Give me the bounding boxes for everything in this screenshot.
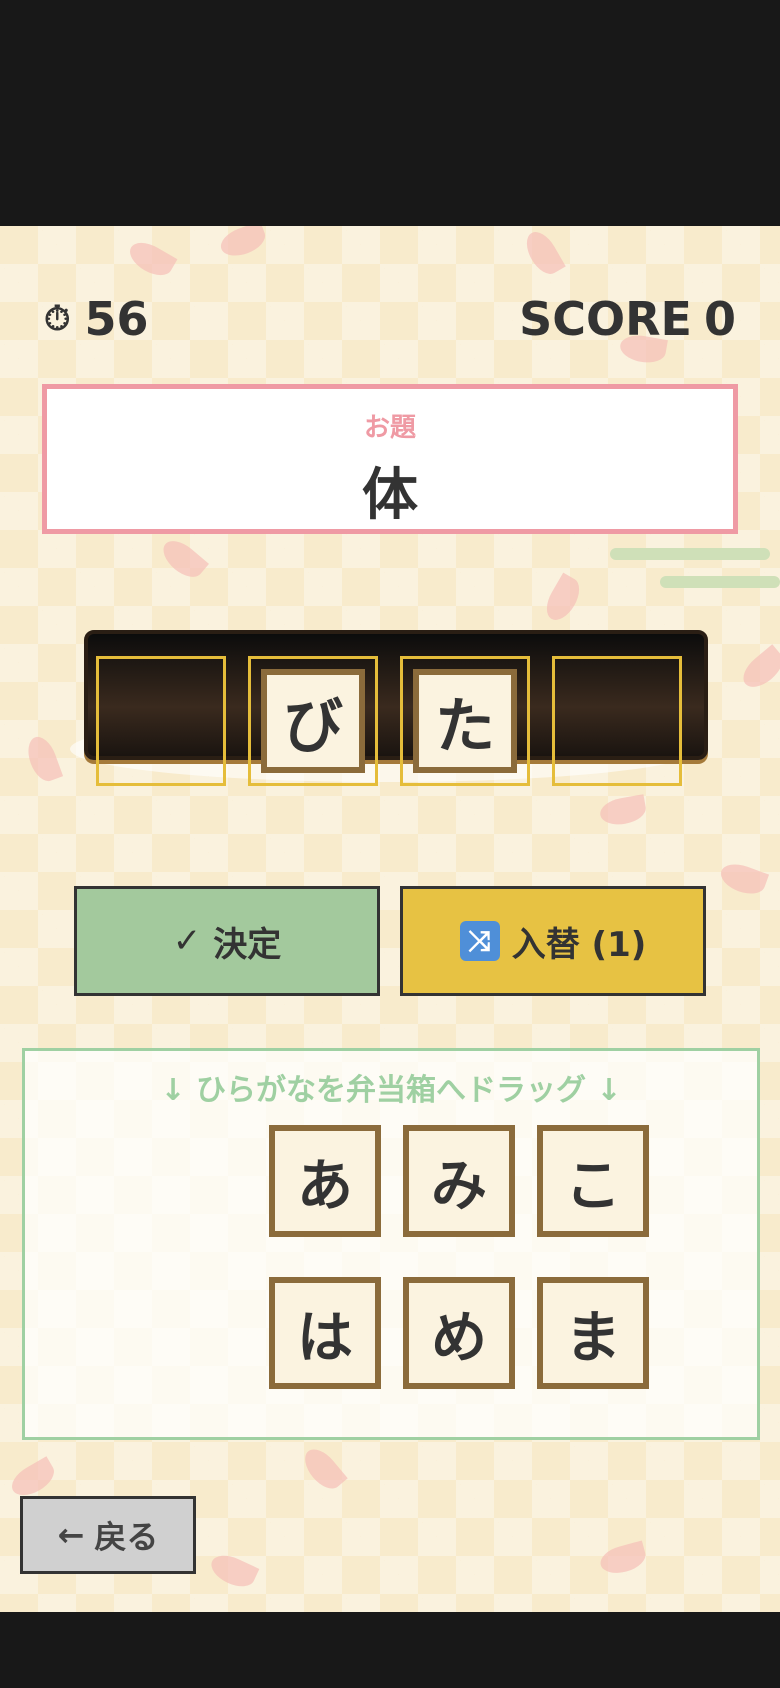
prompt-word: 体 [362,463,418,528]
petal-decoration [216,226,270,262]
bento-slot[interactable]: た [400,656,530,786]
score-label: SCORE [519,292,692,346]
letter-tile[interactable]: ま [537,1277,649,1389]
score: SCORE 0 [519,292,736,346]
back-label: 戻る [94,1518,159,1556]
stopwatch-icon: ⏱ [44,299,71,339]
petal-decoration [716,858,770,900]
bento-slot[interactable] [552,656,682,786]
timer-value: 56 [84,292,149,346]
placed-tile[interactable]: び [261,669,365,773]
decide-label: 決定 [213,924,282,965]
bento-slot[interactable] [96,656,226,786]
tray-hint: ↓ ひらがなを弁当箱へドラッグ ↓ [160,1073,622,1108]
game-screen: ⏱ 56 SCORE 0 お題 体 び た ✓ 決定 ⤨ 入替 (1) ↓ ひら… [0,226,780,1612]
letter-tile[interactable]: こ [537,1125,649,1237]
bento-slot[interactable]: び [248,656,378,786]
shuffle-icon: ⤨ [459,921,500,961]
petal-decoration [206,1549,260,1593]
petal-decoration [737,644,780,694]
petal-decoration [598,794,648,828]
letter-tile[interactable]: あ [269,1125,381,1237]
swap-label: 入替 (1) [511,924,647,965]
timer: ⏱ 56 [44,292,149,346]
prompt-card: お題 体 [42,384,738,534]
check-icon: ✓ [172,921,202,961]
placed-tile[interactable]: た [413,669,517,773]
petal-decoration [597,1540,649,1578]
letter-tile[interactable]: め [403,1277,515,1389]
cloud-line-decoration [610,548,780,588]
petal-decoration [157,534,209,584]
petal-decoration [124,236,178,282]
score-value: 0 [703,292,736,346]
petal-decoration [520,226,566,280]
petal-decoration [298,1443,348,1495]
petal-decoration [6,1456,60,1502]
arrow-left-icon: ← [57,1516,85,1554]
swap-button[interactable]: ⤨ 入替 (1) [400,886,706,996]
letter-tray: ↓ ひらがなを弁当箱へドラッグ ↓ あ み こ は め ま [22,1048,760,1440]
petal-decoration [540,572,586,626]
decide-button[interactable]: ✓ 決定 [74,886,380,996]
petal-decoration [22,732,64,786]
letter-tile[interactable]: み [403,1125,515,1237]
letter-tile[interactable]: は [269,1277,381,1389]
prompt-label: お題 [363,413,416,443]
back-button[interactable]: ← 戻る [20,1496,196,1574]
